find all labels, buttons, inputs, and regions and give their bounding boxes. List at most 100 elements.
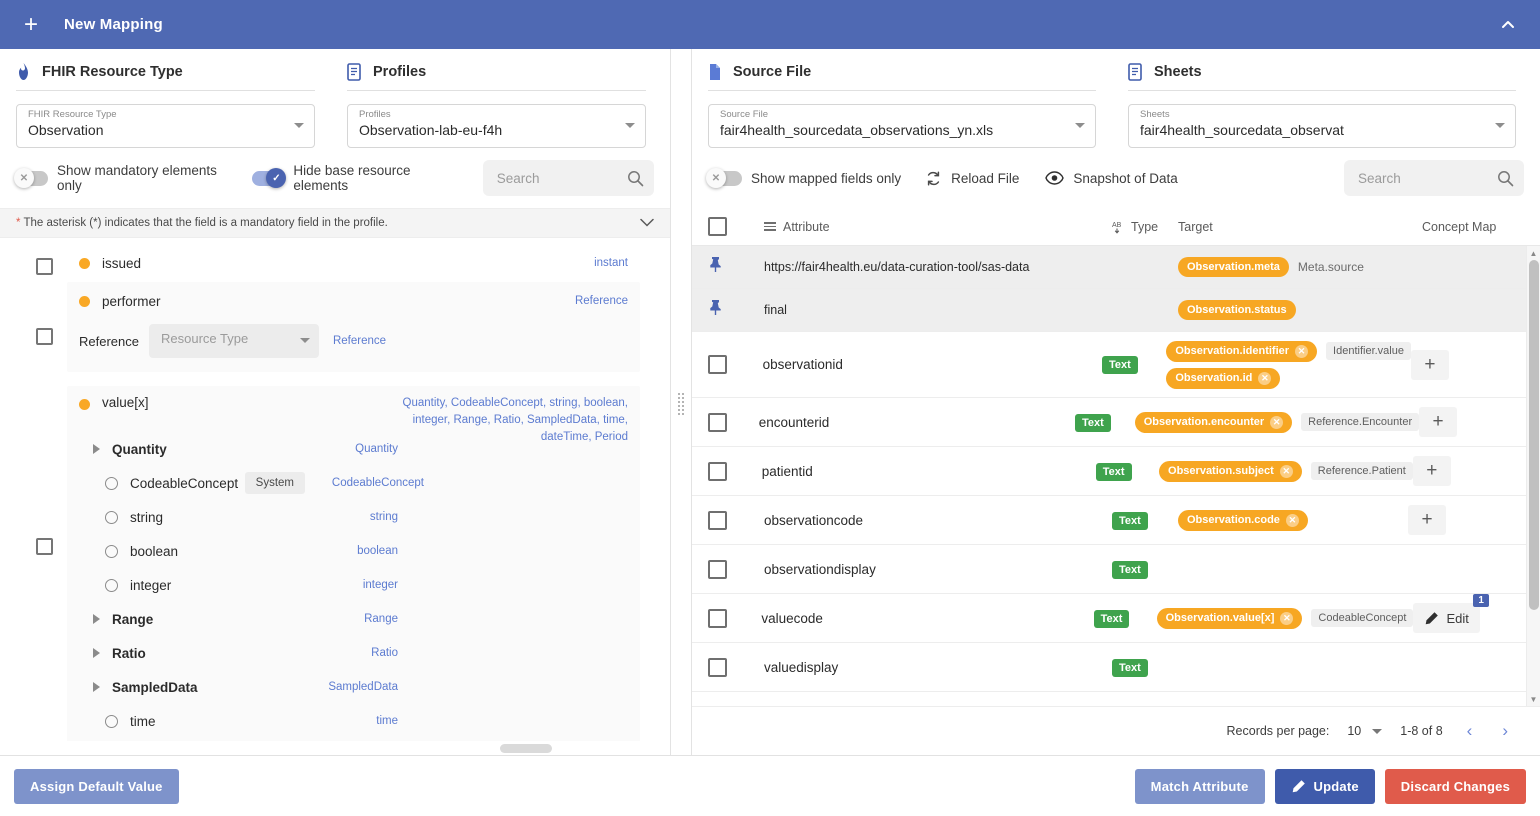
select-all-checkbox[interactable]: [708, 217, 727, 236]
row-checkbox[interactable]: [708, 608, 727, 628]
tree-horizontal-scrollbar[interactable]: [0, 741, 656, 755]
table-row[interactable]: https://fair4health.eu/data-curation-too…: [692, 246, 1526, 289]
update-button[interactable]: Update: [1274, 768, 1375, 804]
chevron-down-icon[interactable]: [1495, 123, 1505, 128]
target-chip[interactable]: Observation.status: [1178, 300, 1296, 320]
row-checkbox[interactable]: [708, 510, 727, 530]
remove-target-icon[interactable]: ✕: [1279, 464, 1293, 478]
next-page-button[interactable]: ›: [1496, 721, 1514, 741]
tree-checkbox[interactable]: [36, 538, 53, 555]
expand-arrow-icon[interactable]: [93, 648, 100, 658]
assign-default-value-button[interactable]: Assign Default Value: [14, 768, 179, 804]
target-chip[interactable]: Observation.encounter ✕: [1134, 411, 1293, 433]
row-checkbox[interactable]: [708, 461, 727, 481]
row-checkbox[interactable]: [708, 412, 727, 432]
tree-item-performer[interactable]: performer Reference Reference Resource T…: [0, 282, 656, 372]
toggle-switch-off[interactable]: ✕: [706, 168, 742, 188]
radio-icon[interactable]: [105, 544, 118, 558]
snapshot-of-data-button[interactable]: Snapshot of Data: [1045, 171, 1178, 186]
add-concept-map-button[interactable]: +: [1419, 407, 1458, 437]
tree-child-string[interactable]: string string: [67, 500, 640, 534]
radio-icon[interactable]: [105, 510, 118, 524]
tree-line[interactable]: performer Reference: [67, 282, 640, 320]
target-chip[interactable]: Observation.subject ✕: [1159, 460, 1302, 482]
chevron-down-icon[interactable]: [299, 338, 310, 343]
target-chip[interactable]: Observation.value[x] ✕: [1156, 607, 1303, 629]
panel-splitter-handle[interactable]: [670, 49, 692, 755]
tree-line[interactable]: issued instant: [67, 246, 640, 280]
radio-icon[interactable]: [105, 714, 118, 728]
row-checkbox[interactable]: [708, 559, 727, 579]
records-per-page-select[interactable]: 10: [1347, 724, 1383, 738]
remove-target-icon[interactable]: ✕: [1270, 415, 1284, 429]
radio-icon[interactable]: [105, 476, 118, 490]
table-vertical-scrollbar[interactable]: ▲ ▼: [1526, 246, 1540, 706]
row-checkbox[interactable]: [708, 355, 727, 374]
scrollbar-thumb[interactable]: [500, 744, 552, 753]
tree-child-codeableconcept[interactable]: CodeableConcept System CodeableConcept: [67, 466, 640, 500]
pin-icon[interactable]: [708, 299, 723, 321]
expand-arrow-icon[interactable]: [93, 682, 100, 692]
column-header-type[interactable]: AB Type: [1112, 220, 1178, 234]
target-chip[interactable]: Observation.identifier ✕: [1166, 340, 1318, 362]
radio-icon[interactable]: [105, 578, 118, 592]
show-mandatory-toggle[interactable]: ✕ Show mandatory elements only: [14, 163, 234, 193]
table-row[interactable]: final Observation.status: [692, 289, 1526, 332]
table-row[interactable]: valuedisplay Text: [692, 643, 1526, 692]
tree-item-valuex[interactable]: value[x] Quantity, CodeableConcept, stri…: [0, 386, 656, 741]
hide-base-toggle[interactable]: ✓ Hide base resource elements: [252, 163, 458, 193]
fhir-element-tree[interactable]: issued instant performer Reference Refer…: [0, 238, 670, 755]
match-attribute-button[interactable]: Match Attribute: [1134, 768, 1265, 804]
toggle-switch-off[interactable]: ✕: [14, 168, 49, 188]
expand-arrow-icon[interactable]: [93, 614, 100, 624]
pin-icon[interactable]: [708, 256, 723, 278]
left-search-input[interactable]: Search: [482, 160, 654, 196]
tree-child-range[interactable]: Range Range: [67, 602, 640, 636]
remove-target-icon[interactable]: ✕: [1285, 513, 1299, 527]
expand-arrow-icon[interactable]: [93, 444, 100, 454]
table-row[interactable]: observationdisplay Text: [692, 545, 1526, 594]
chevron-down-icon[interactable]: [294, 123, 304, 128]
tree-checkbox[interactable]: [36, 328, 53, 345]
row-checkbox[interactable]: [708, 657, 727, 677]
toggle-switch-on[interactable]: ✓: [252, 168, 287, 188]
target-chip[interactable]: Observation.meta: [1178, 257, 1289, 277]
note-collapse-chevron-down-icon[interactable]: [640, 216, 654, 230]
search-icon[interactable]: [1497, 170, 1514, 187]
tree-child-sampleddata[interactable]: SampledData SampledData: [67, 670, 640, 704]
sheets-select[interactable]: Sheets fair4health_sourcedata_observat: [1128, 104, 1516, 148]
table-row[interactable]: encounterid Text Observation.encounter ✕…: [692, 398, 1526, 447]
remove-target-icon[interactable]: ✕: [1258, 371, 1272, 385]
add-concept-map-button[interactable]: +: [1408, 505, 1446, 535]
add-concept-map-button[interactable]: +: [1410, 349, 1449, 380]
target-chip[interactable]: Observation.id ✕: [1166, 367, 1281, 389]
reload-file-button[interactable]: Reload File: [925, 170, 1019, 187]
chevron-down-icon[interactable]: [625, 123, 635, 128]
scrollbar-thumb[interactable]: [1529, 260, 1539, 610]
fhir-resource-type-select[interactable]: FHIR Resource Type Observation: [16, 104, 315, 148]
add-concept-map-button[interactable]: +: [1412, 456, 1451, 486]
remove-target-icon[interactable]: ✕: [1295, 344, 1309, 358]
remove-target-icon[interactable]: ✕: [1280, 611, 1294, 625]
scroll-down-arrow-icon[interactable]: ▼: [1527, 692, 1540, 706]
column-header-attribute[interactable]: Attribute: [764, 220, 1112, 234]
tree-child-time[interactable]: time time: [67, 704, 640, 738]
reference-resource-type-select[interactable]: Resource Type: [148, 324, 319, 358]
reference-type-link[interactable]: Reference: [333, 335, 386, 347]
profiles-select[interactable]: Profiles Observation-lab-eu-f4h: [347, 104, 646, 148]
system-pill[interactable]: System: [244, 472, 305, 494]
right-search-input[interactable]: Search: [1344, 160, 1524, 196]
tree-item-issued[interactable]: issued instant: [0, 246, 656, 280]
source-file-select[interactable]: Source File fair4health_sourcedata_obser…: [708, 104, 1096, 148]
tree-child-ratio[interactable]: Ratio Ratio: [67, 636, 640, 670]
scroll-up-arrow-icon[interactable]: ▲: [1527, 246, 1540, 260]
previous-page-button[interactable]: ‹: [1461, 721, 1479, 741]
chevron-up-icon[interactable]: [1494, 17, 1522, 33]
table-row[interactable]: observationid Text Observation.identifie…: [692, 332, 1526, 398]
discard-changes-button[interactable]: Discard Changes: [1384, 768, 1526, 804]
table-row[interactable]: patientid Text Observation.subject ✕ Ref…: [692, 447, 1526, 496]
search-icon[interactable]: [627, 170, 644, 187]
show-mapped-fields-toggle[interactable]: ✕ Show mapped fields only: [706, 168, 901, 188]
target-chip[interactable]: Observation.code ✕: [1178, 509, 1308, 531]
tree-child-boolean[interactable]: boolean boolean: [67, 534, 640, 568]
